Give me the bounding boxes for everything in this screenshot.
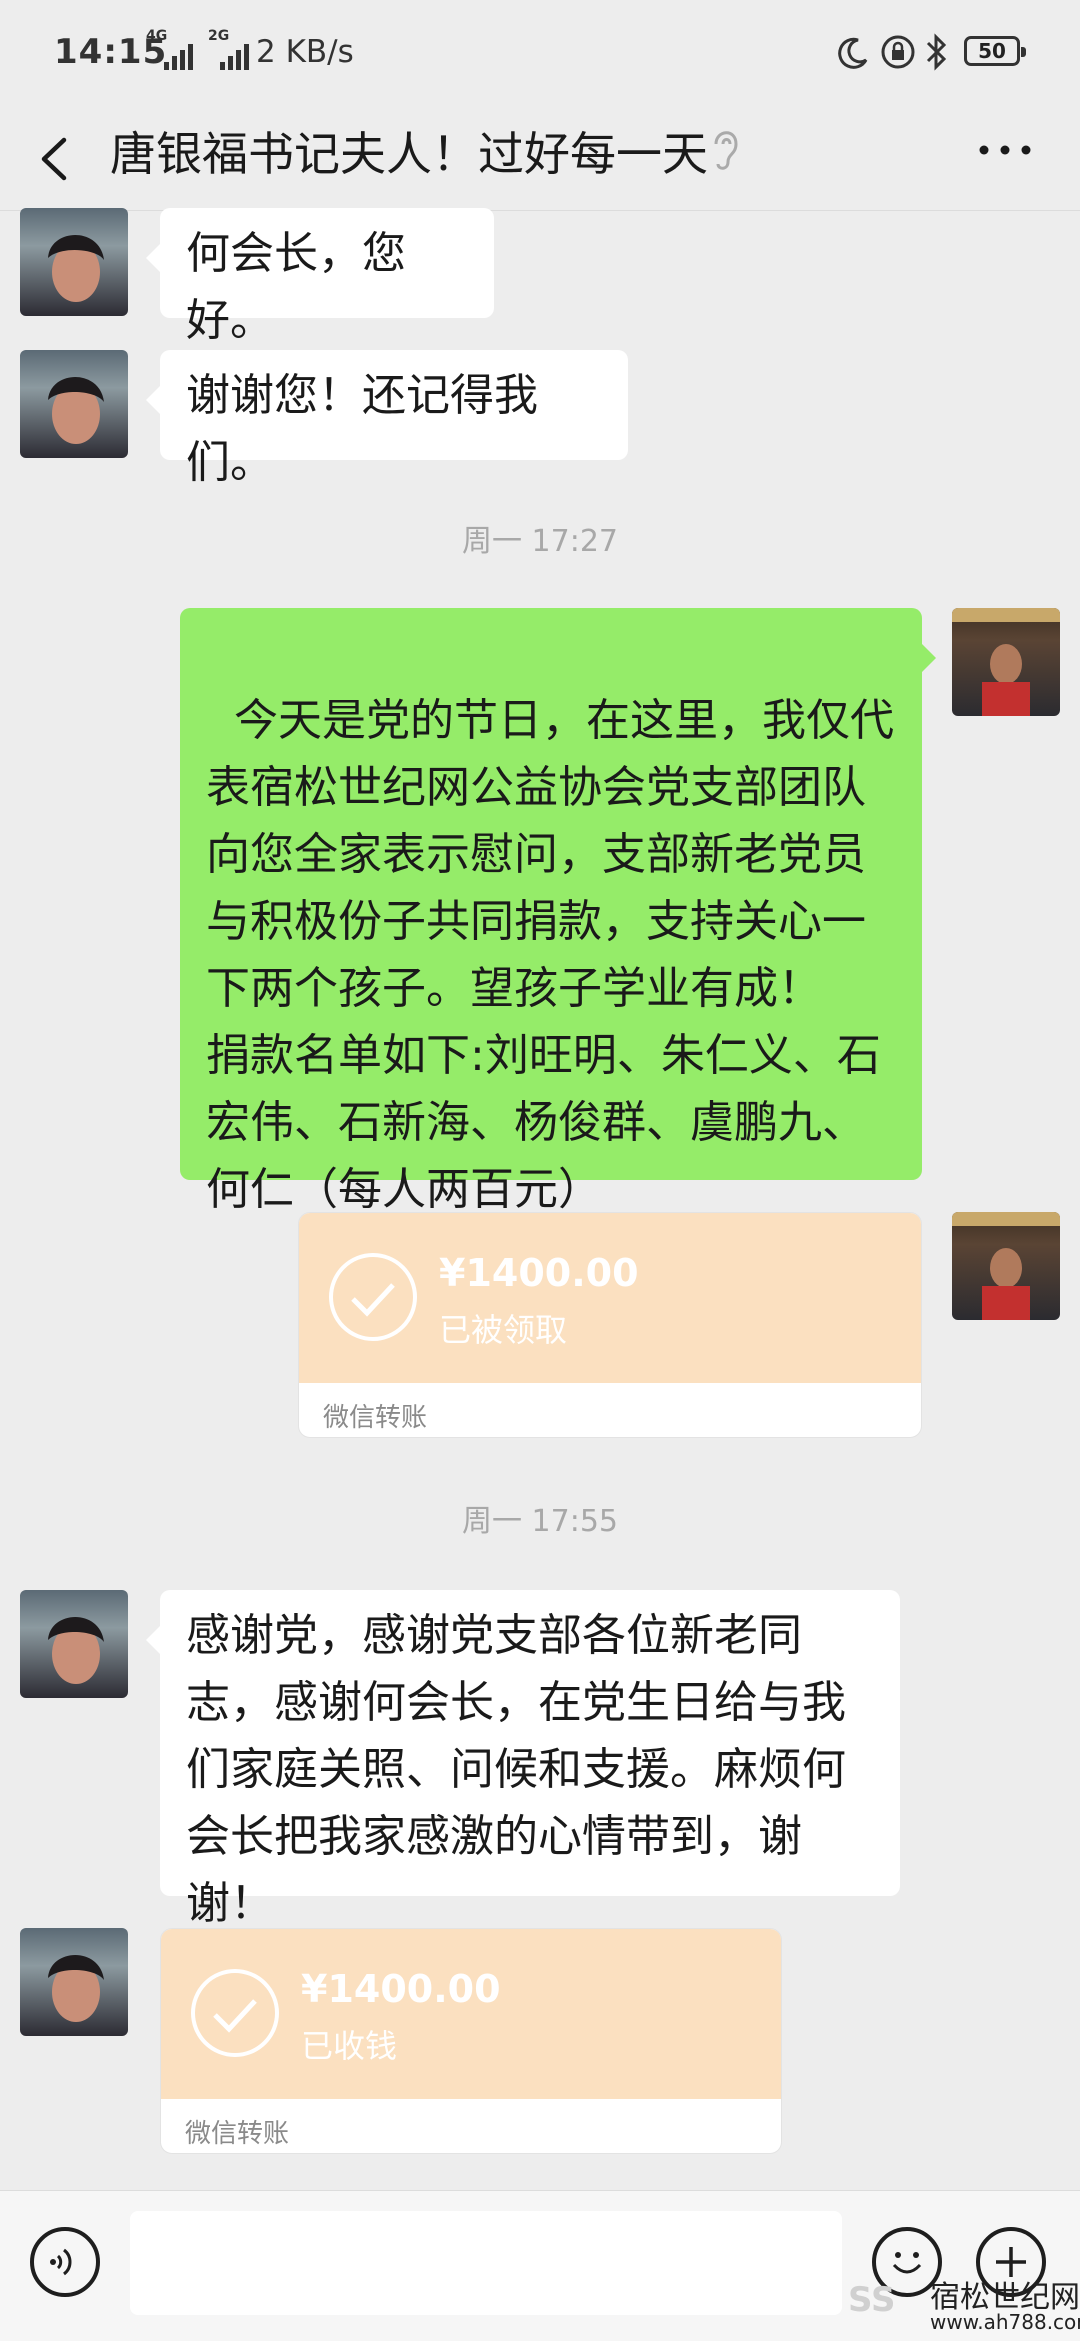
- voice-icon: [50, 2248, 72, 2276]
- message-text: 感谢党，感谢党支部各位新老同志，感谢何会长，在党生日给与我们家庭关照、问候和支援…: [186, 1610, 846, 1929]
- my-avatar[interactable]: [952, 1212, 1060, 1320]
- network-speed: 2 KB/s: [256, 34, 354, 70]
- contact-avatar[interactable]: [20, 1590, 128, 1698]
- input-bar: [0, 2190, 1080, 2341]
- voice-input-button[interactable]: [30, 2227, 100, 2297]
- transfer-status: 已收钱: [301, 2027, 398, 2065]
- transfer-status: 已被领取: [439, 1311, 568, 1349]
- back-arrow-icon[interactable]: [30, 134, 80, 184]
- message-text: 今天是党的节日，在这里，我仅代表宿松世纪网公益协会党支部团队向您全家表示慰问，支…: [206, 695, 894, 1215]
- timestamp: 周一 17:55: [462, 1504, 618, 1539]
- message-bubble[interactable]: 何会长，您好。: [146, 208, 494, 346]
- contact-avatar[interactable]: [20, 350, 128, 458]
- more-options-icon[interactable]: [978, 140, 1032, 160]
- message-text: 何会长，您好。: [186, 228, 406, 346]
- contact-avatar[interactable]: [20, 208, 128, 316]
- transfer-card[interactable]: ¥1400.00 已被领取 微信转账: [298, 1212, 922, 1438]
- message-input[interactable]: [130, 2211, 842, 2315]
- ear-icon: [714, 131, 738, 170]
- chat-header: 唐银福书记夫人！过好每一天: [0, 110, 1080, 211]
- transfer-label: 微信转账: [323, 1403, 428, 1433]
- bluetooth-icon: [926, 33, 947, 71]
- message-bubble[interactable]: 感谢党，感谢党支部各位新老同志，感谢何会长，在党生日给与我们家庭关照、问候和支援…: [146, 1590, 900, 1929]
- watermark-url: www.ah788.com: [930, 2310, 1080, 2334]
- rotation-lock-icon: [881, 35, 915, 69]
- transfer-amount: ¥1400.00: [301, 1967, 501, 2011]
- watermark-logo: SS: [848, 2280, 896, 2320]
- status-bar: 14:15 4G 2G 2 KB/s 50: [0, 0, 1080, 110]
- moon-icon: [838, 37, 868, 69]
- check-icon: [329, 1253, 417, 1341]
- check-icon: [191, 1969, 279, 2057]
- transfer-card[interactable]: ¥1400.00 已收钱 微信转账: [160, 1928, 782, 2154]
- contact-avatar[interactable]: [20, 1928, 128, 2036]
- transfer-label: 微信转账: [185, 2119, 290, 2149]
- chat-title: 唐银福书记夫人！过好每一天: [110, 127, 708, 181]
- message-bubble[interactable]: 谢谢您！还记得我们。: [146, 350, 628, 488]
- message-text: 谢谢您！还记得我们。: [186, 370, 538, 488]
- battery-icon: 50: [964, 36, 1026, 66]
- timestamp: 周一 17:27: [462, 524, 618, 559]
- message-bubble[interactable]: 今天是党的节日，在这里，我仅代表宿松世纪网公益协会党支部团队向您全家表示慰问，支…: [180, 608, 936, 1215]
- transfer-amount: ¥1400.00: [439, 1251, 639, 1295]
- my-avatar[interactable]: [952, 608, 1060, 716]
